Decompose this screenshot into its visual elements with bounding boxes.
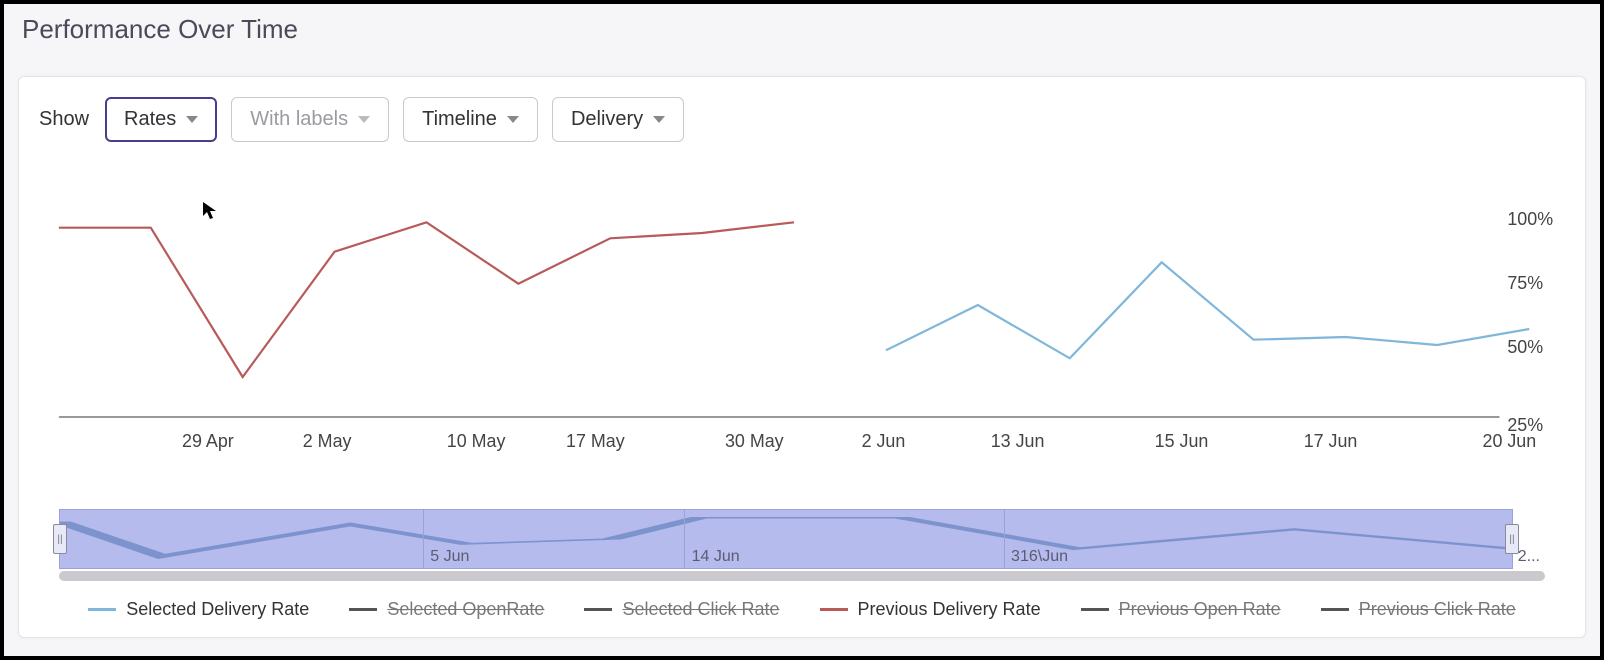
legend-swatch	[1321, 608, 1349, 611]
x-tick: 29 Apr	[182, 431, 234, 451]
legend-selected-click[interactable]: Selected Click Rate	[584, 599, 779, 620]
legend-label: Selected Delivery Rate	[126, 599, 309, 620]
series-selected-delivery	[886, 262, 1529, 358]
brush-track[interactable]	[59, 571, 1545, 581]
timeline-dropdown[interactable]: Timeline	[403, 97, 538, 142]
x-tick: 13 Jun	[991, 431, 1045, 451]
brush-handle-right[interactable]: ||	[1505, 524, 1519, 554]
chart-panel: Show Rates With labels Timeline Delivery	[18, 76, 1586, 638]
app-frame: Performance Over Time Show Rates With la…	[0, 0, 1604, 660]
legend-selected-open[interactable]: Selected OpenRate	[349, 599, 544, 620]
legend-label: Previous Delivery Rate	[858, 599, 1041, 620]
chevron-down-icon	[186, 116, 198, 123]
brush-tick: 2...	[1518, 548, 1540, 566]
brush-selection[interactable]: 5 Jun 14 Jun 316\Jun 2...	[59, 509, 1513, 569]
legend-previous-click[interactable]: Previous Click Rate	[1321, 599, 1516, 620]
legend-swatch	[88, 608, 116, 611]
brush-tick: 316\Jun	[1011, 548, 1068, 566]
series-previous-delivery	[59, 222, 794, 377]
legend-previous-open[interactable]: Previous Open Rate	[1081, 599, 1281, 620]
y-tick: 75%	[1507, 273, 1543, 293]
x-tick: 15 Jun	[1155, 431, 1209, 451]
legend-selected-delivery[interactable]: Selected Delivery Rate	[88, 599, 309, 620]
y-tick: 100%	[1507, 209, 1553, 229]
time-brush[interactable]: 5 Jun 14 Jun 316\Jun 2... || ||	[59, 509, 1545, 569]
x-tick: 17 Jun	[1304, 431, 1358, 451]
brush-tick: 14 Jun	[692, 548, 740, 566]
toolbar: Show Rates With labels Timeline Delivery	[19, 77, 1585, 152]
with-labels-dropdown[interactable]: With labels	[231, 97, 389, 142]
with-labels-dropdown-label: With labels	[250, 108, 348, 131]
brush-handle-left[interactable]: ||	[53, 524, 67, 554]
line-chart[interactable]: 100% 75% 50% 25% 29 Apr 2 May 10 May 17 …	[39, 177, 1565, 487]
x-tick: 2 Jun	[862, 431, 906, 451]
timeline-dropdown-label: Timeline	[422, 108, 497, 131]
x-tick: 30 May	[725, 431, 784, 451]
page-title: Performance Over Time	[4, 4, 1600, 51]
chevron-down-icon	[358, 116, 370, 123]
x-tick: 17 May	[566, 431, 625, 451]
y-tick: 50%	[1507, 337, 1543, 357]
delivery-dropdown[interactable]: Delivery	[552, 97, 684, 142]
legend: Selected Delivery Rate Selected OpenRate…	[19, 599, 1585, 620]
legend-label: Selected Click Rate	[622, 599, 779, 620]
brush-tick: 5 Jun	[430, 548, 469, 566]
brush-mini-chart	[60, 510, 1512, 568]
legend-label: Previous Click Rate	[1359, 599, 1516, 620]
chevron-down-icon	[653, 116, 665, 123]
delivery-dropdown-label: Delivery	[571, 108, 643, 131]
legend-swatch	[1081, 608, 1109, 611]
legend-swatch	[820, 608, 848, 611]
legend-label: Previous Open Rate	[1119, 599, 1281, 620]
chart-area: 100% 75% 50% 25% 29 Apr 2 May 10 May 17 …	[39, 177, 1565, 487]
rates-dropdown[interactable]: Rates	[105, 97, 217, 142]
rates-dropdown-label: Rates	[124, 108, 176, 131]
legend-previous-delivery[interactable]: Previous Delivery Rate	[820, 599, 1041, 620]
x-tick: 10 May	[447, 431, 506, 451]
legend-swatch	[349, 608, 377, 611]
show-label: Show	[39, 108, 89, 131]
legend-swatch	[584, 608, 612, 611]
x-tick: 2 May	[303, 431, 352, 451]
x-tick: 20 Jun	[1483, 431, 1537, 451]
legend-label: Selected OpenRate	[387, 599, 544, 620]
chevron-down-icon	[507, 116, 519, 123]
